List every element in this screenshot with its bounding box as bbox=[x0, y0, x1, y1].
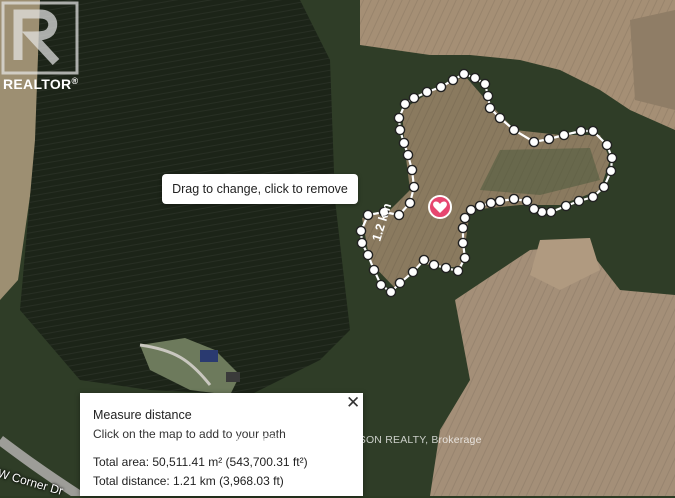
path-vertex[interactable] bbox=[406, 164, 418, 176]
path-vertex[interactable] bbox=[394, 277, 406, 289]
path-vertex[interactable] bbox=[508, 193, 520, 205]
path-vertex[interactable] bbox=[368, 264, 380, 276]
path-vertex[interactable] bbox=[435, 81, 447, 93]
path-vertex[interactable] bbox=[452, 265, 464, 277]
path-vertex[interactable] bbox=[573, 195, 585, 207]
realtor-logo-text: REALTOR® bbox=[3, 76, 79, 92]
path-vertex[interactable] bbox=[457, 237, 469, 249]
close-icon[interactable]: ✕ bbox=[346, 394, 360, 411]
path-vertex[interactable] bbox=[521, 195, 533, 207]
path-vertex[interactable] bbox=[421, 86, 433, 98]
path-vertex[interactable] bbox=[459, 212, 471, 224]
path-vertex[interactable] bbox=[418, 254, 430, 266]
path-vertex[interactable] bbox=[605, 165, 617, 177]
path-vertex[interactable] bbox=[447, 74, 459, 86]
path-vertex[interactable] bbox=[528, 203, 540, 215]
path-vertex[interactable] bbox=[355, 225, 367, 237]
path-vertex[interactable] bbox=[587, 191, 599, 203]
path-vertex[interactable] bbox=[375, 279, 387, 291]
path-vertex[interactable] bbox=[494, 195, 506, 207]
path-vertex[interactable] bbox=[458, 68, 470, 80]
path-vertex[interactable] bbox=[601, 139, 613, 151]
path-vertex[interactable] bbox=[399, 98, 411, 110]
path-vertex[interactable] bbox=[362, 249, 374, 261]
path-vertex[interactable] bbox=[408, 181, 420, 193]
path-vertex[interactable] bbox=[543, 133, 555, 145]
panel-title: Measure distance bbox=[93, 408, 192, 422]
path-vertex[interactable] bbox=[494, 112, 506, 124]
path-vertex[interactable] bbox=[428, 259, 440, 271]
path-vertex[interactable] bbox=[482, 90, 494, 102]
path-vertex[interactable] bbox=[469, 72, 481, 84]
path-vertex[interactable] bbox=[558, 129, 570, 141]
path-vertex[interactable] bbox=[508, 124, 520, 136]
path-vertex[interactable] bbox=[398, 137, 410, 149]
path-vertex[interactable] bbox=[393, 112, 405, 124]
path-vertex[interactable] bbox=[402, 149, 414, 161]
path-vertex[interactable] bbox=[528, 136, 540, 148]
path-vertex[interactable] bbox=[404, 197, 416, 209]
path-vertex[interactable] bbox=[362, 209, 374, 221]
heart-icon[interactable] bbox=[428, 195, 452, 219]
path-vertex[interactable] bbox=[560, 200, 572, 212]
farm-shed bbox=[226, 372, 240, 382]
path-vertex[interactable] bbox=[575, 125, 587, 137]
path-vertex[interactable] bbox=[457, 222, 469, 234]
tooltip-text: Drag to change, click to remove bbox=[172, 182, 348, 196]
path-vertex[interactable] bbox=[598, 181, 610, 193]
total-area: Total area: 50,511.41 m² (543,700.31 ft²… bbox=[93, 455, 308, 469]
path-vertex[interactable] bbox=[356, 237, 368, 249]
brokerage-watermark: R..HARBINAGE SANDERSON REALTY, Brokerage bbox=[233, 434, 482, 446]
path-vertex[interactable] bbox=[465, 204, 477, 216]
path-vertex[interactable] bbox=[440, 262, 452, 274]
path-vertex[interactable] bbox=[484, 102, 496, 114]
path-vertex[interactable] bbox=[545, 206, 557, 218]
path-vertex[interactable] bbox=[474, 200, 486, 212]
path-vertex[interactable] bbox=[408, 92, 420, 104]
path-vertex[interactable] bbox=[393, 209, 405, 221]
farm-building bbox=[200, 350, 218, 362]
path-vertex[interactable] bbox=[385, 286, 397, 298]
total-distance: Total distance: 1.21 km (3,968.03 ft) bbox=[93, 474, 284, 488]
path-vertex[interactable] bbox=[587, 125, 599, 137]
path-vertex[interactable] bbox=[606, 152, 618, 164]
drag-tooltip: Drag to change, click to remove bbox=[162, 174, 358, 204]
path-vertex[interactable] bbox=[459, 252, 471, 264]
path-vertex[interactable] bbox=[407, 266, 419, 278]
path-vertex[interactable] bbox=[479, 78, 491, 90]
path-vertex[interactable] bbox=[485, 197, 497, 209]
path-vertex[interactable] bbox=[394, 124, 406, 136]
